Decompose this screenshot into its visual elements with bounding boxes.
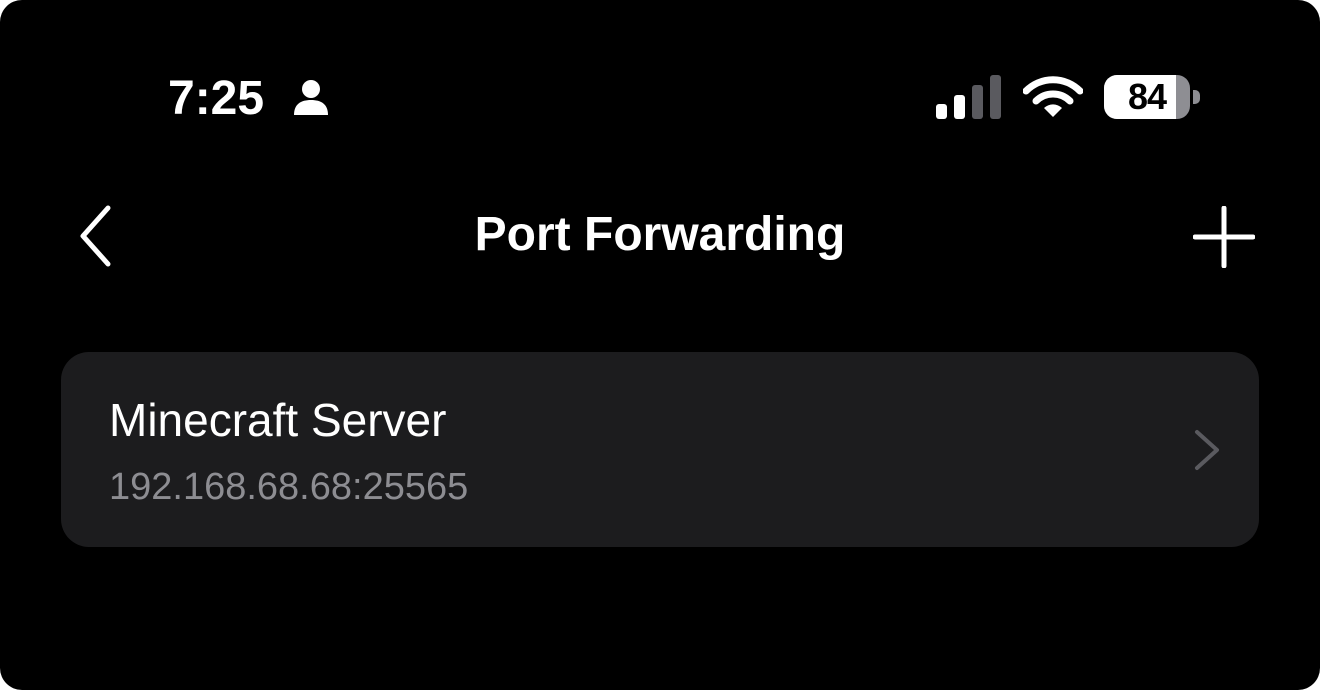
rule-name: Minecraft Server — [109, 394, 447, 446]
battery-level: 84 — [1127, 76, 1167, 117]
phone-screen: 7:25 84 Port Forwarding Minecraft Server… — [0, 0, 1320, 690]
plus-icon — [1193, 206, 1255, 268]
battery-icon: 84 — [1104, 75, 1190, 119]
page-title: Port Forwarding — [474, 208, 846, 261]
chevron-left-icon — [80, 205, 111, 267]
back-button[interactable] — [60, 196, 130, 276]
rule-address: 192.168.68.68:25565 — [109, 466, 469, 508]
wifi-icon — [1023, 76, 1083, 117]
signal-icon — [936, 75, 1001, 119]
person-icon — [294, 80, 328, 115]
port-forwarding-rule-row[interactable]: Minecraft Server 192.168.68.68:25565 — [61, 352, 1259, 547]
battery-nub — [1193, 90, 1200, 104]
status-time: 7:25 — [168, 71, 265, 125]
battery-indicator: 84 — [1104, 75, 1200, 119]
add-rule-button[interactable] — [1180, 193, 1268, 281]
chevron-right-icon — [1195, 430, 1219, 470]
